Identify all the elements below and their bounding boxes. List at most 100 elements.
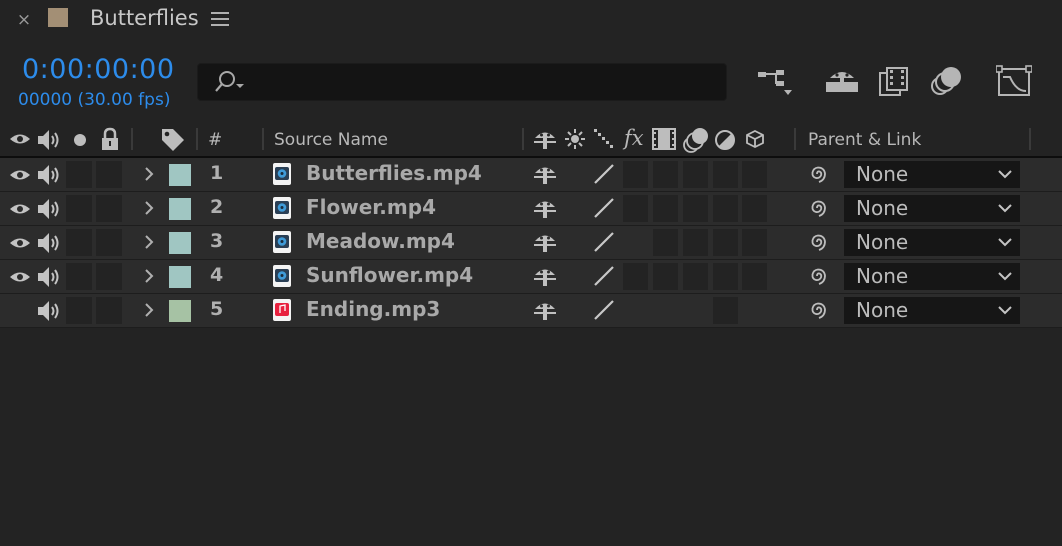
- label-color-swatch[interactable]: [169, 266, 191, 288]
- column-separator[interactable]: [1029, 128, 1031, 150]
- column-separator[interactable]: [794, 128, 796, 150]
- parent-pick-whip-icon[interactable]: [806, 299, 830, 321]
- layer-source-name[interactable]: Ending.mp3: [306, 297, 440, 321]
- current-time-display[interactable]: 0:00:00:00: [22, 54, 175, 85]
- video-visibility-eye-icon[interactable]: [9, 167, 31, 183]
- close-tab-button[interactable]: ×: [16, 9, 32, 31]
- layer-source-name[interactable]: Meadow.mp4: [306, 229, 455, 253]
- video-visibility-eye-icon[interactable]: [9, 235, 31, 251]
- motion-blur-icon[interactable]: [930, 64, 964, 98]
- layer-number-column-header[interactable]: #: [208, 130, 222, 150]
- parent-link-dropdown[interactable]: None: [844, 263, 1020, 290]
- layer-source-name[interactable]: Flower.mp4: [306, 195, 436, 219]
- solo-switch[interactable]: [66, 195, 92, 222]
- lock-switch[interactable]: [96, 195, 122, 222]
- layer-switch-cell[interactable]: [653, 229, 678, 256]
- solo-switch[interactable]: [66, 161, 92, 188]
- layer-switch-cell[interactable]: [713, 297, 738, 324]
- layer-source-name[interactable]: Sunflower.mp4: [306, 263, 473, 287]
- layer-row[interactable]: 5 Ending.mp3 None: [0, 294, 1062, 328]
- column-separator[interactable]: [196, 128, 198, 150]
- quality-switch-icon[interactable]: [593, 231, 615, 253]
- lock-switch[interactable]: [96, 263, 122, 290]
- expand-chevron-icon[interactable]: [144, 303, 154, 317]
- layer-switch-cell[interactable]: [683, 195, 708, 222]
- frame-blending-icon[interactable]: [878, 64, 910, 98]
- video-visibility-eye-icon[interactable]: [9, 269, 31, 285]
- layer-search-input[interactable]: [197, 63, 727, 101]
- audio-speaker-icon[interactable]: [36, 299, 62, 323]
- layer-switch-cell[interactable]: [653, 195, 678, 222]
- audio-speaker-icon[interactable]: [36, 265, 62, 289]
- layer-switch-cell[interactable]: [653, 161, 678, 188]
- layer-switch-cell[interactable]: [683, 161, 708, 188]
- layer-switch-cell[interactable]: [683, 263, 708, 290]
- expand-chevron-icon[interactable]: [144, 167, 154, 181]
- parent-pick-whip-icon[interactable]: [806, 163, 830, 185]
- shy-switch-icon[interactable]: [532, 264, 558, 288]
- layer-switch-cell[interactable]: [713, 263, 738, 290]
- shy-switch-icon[interactable]: [532, 196, 558, 220]
- quality-switch-icon[interactable]: [593, 163, 615, 185]
- layer-switch-cell[interactable]: [742, 229, 767, 256]
- layer-source-name[interactable]: Butterflies.mp4: [306, 161, 482, 185]
- video-visibility-eye-icon[interactable]: [9, 201, 31, 217]
- lock-switch[interactable]: [96, 297, 122, 324]
- audio-speaker-icon[interactable]: [36, 231, 62, 255]
- source-name-column-header[interactable]: Source Name: [274, 130, 388, 150]
- layer-row[interactable]: 2 Flower.mp4 None: [0, 192, 1062, 226]
- composition-tab-title[interactable]: Butterflies: [90, 6, 199, 30]
- layer-row[interactable]: 4 Sunflower.mp4 None: [0, 260, 1062, 294]
- column-separator[interactable]: [262, 128, 264, 150]
- shy-switch-icon[interactable]: [532, 162, 558, 186]
- draft-3d-shy-icon[interactable]: [824, 64, 860, 96]
- parent-link-dropdown[interactable]: None: [844, 195, 1020, 222]
- solo-switch[interactable]: [66, 263, 92, 290]
- layer-switch-cell[interactable]: [623, 161, 648, 188]
- layer-row[interactable]: 1 Butterflies.mp4 None: [0, 158, 1062, 192]
- layer-switch-cell[interactable]: [713, 195, 738, 222]
- solo-switch[interactable]: [66, 297, 92, 324]
- label-color-swatch[interactable]: [169, 232, 191, 254]
- audio-speaker-icon[interactable]: [36, 163, 62, 187]
- quality-switch-icon[interactable]: [593, 265, 615, 287]
- column-separator[interactable]: [522, 128, 524, 150]
- expand-chevron-icon[interactable]: [144, 269, 154, 283]
- quality-switch-icon[interactable]: [593, 299, 615, 321]
- parent-pick-whip-icon[interactable]: [806, 197, 830, 219]
- solo-switch[interactable]: [66, 229, 92, 256]
- layer-switch-cell[interactable]: [623, 263, 648, 290]
- label-color-swatch[interactable]: [169, 198, 191, 220]
- expand-chevron-icon[interactable]: [144, 235, 154, 249]
- search-icon[interactable]: [212, 69, 248, 95]
- layer-switch-cell[interactable]: [713, 161, 738, 188]
- expand-chevron-icon[interactable]: [144, 201, 154, 215]
- shy-switch-icon[interactable]: [532, 230, 558, 254]
- lock-switch[interactable]: [96, 161, 122, 188]
- layer-switch-cell[interactable]: [653, 263, 678, 290]
- layer-switch-cell[interactable]: [713, 229, 738, 256]
- parent-link-dropdown[interactable]: None: [844, 229, 1020, 256]
- parent-link-column-header[interactable]: Parent & Link: [808, 130, 921, 150]
- layer-row[interactable]: 3 Meadow.mp4 None: [0, 226, 1062, 260]
- parent-pick-whip-icon[interactable]: [806, 265, 830, 287]
- layer-switch-cell[interactable]: [742, 263, 767, 290]
- layer-switch-cell[interactable]: [742, 161, 767, 188]
- layer-switch-cell[interactable]: [683, 229, 708, 256]
- layer-switch-cell[interactable]: [742, 195, 767, 222]
- panel-menu-icon[interactable]: [211, 12, 229, 28]
- column-separator[interactable]: [131, 128, 133, 150]
- layer-switch-cell[interactable]: [623, 195, 648, 222]
- parent-link-dropdown[interactable]: None: [844, 297, 1020, 324]
- audio-column-icon: [38, 130, 59, 150]
- quality-switch-icon[interactable]: [593, 197, 615, 219]
- graph-editor-icon[interactable]: [996, 64, 1032, 98]
- composition-mini-flowchart-icon[interactable]: [756, 64, 796, 98]
- label-color-swatch[interactable]: [169, 164, 191, 186]
- parent-link-dropdown[interactable]: None: [844, 161, 1020, 188]
- parent-pick-whip-icon[interactable]: [806, 231, 830, 253]
- lock-switch[interactable]: [96, 229, 122, 256]
- shy-switch-icon[interactable]: [532, 298, 558, 322]
- audio-speaker-icon[interactable]: [36, 197, 62, 221]
- label-color-swatch[interactable]: [169, 300, 191, 322]
